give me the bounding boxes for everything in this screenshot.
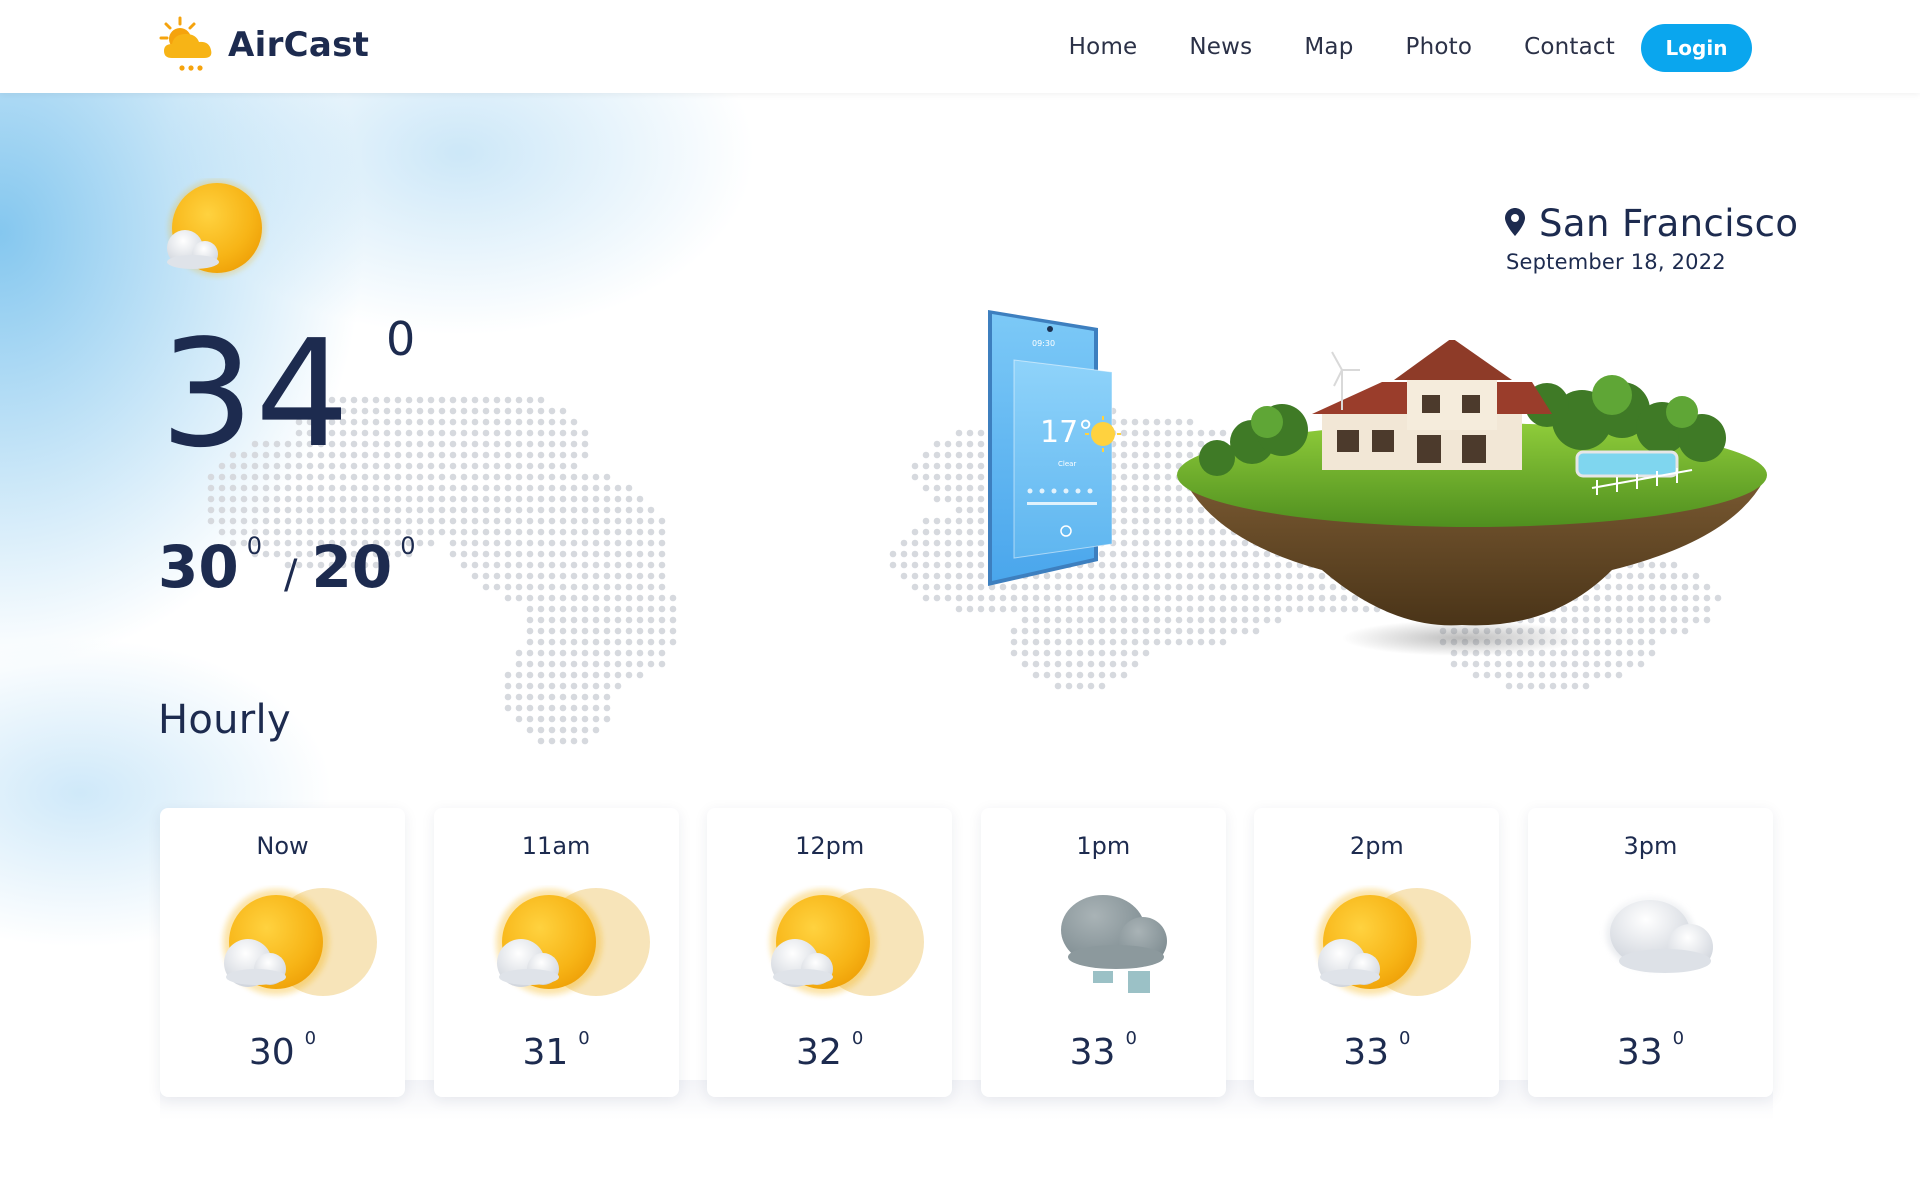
partly-cloudy-icon xyxy=(167,180,265,276)
rain-cloud-icon xyxy=(1008,885,1198,1005)
hourly-temperature: 30 0 xyxy=(160,1028,405,1073)
hourly-temperature: 33 0 xyxy=(1528,1028,1773,1073)
map-pin-icon xyxy=(1505,207,1525,236)
hourly-temp-value: 33 xyxy=(1616,1032,1663,1073)
phone-illustration: 09:30 17° Clear xyxy=(988,310,1121,586)
city-name: San Francisco xyxy=(1539,202,1799,245)
hourly-temp-unit: 0 xyxy=(1672,1028,1685,1049)
top-navbar: AirCast Home News Map Photo Contact Logi… xyxy=(0,0,1920,93)
low-temperature-unit: 0 xyxy=(400,532,416,560)
current-temperature: 34 xyxy=(160,308,351,480)
nav-photo[interactable]: Photo xyxy=(1406,26,1473,68)
partly-cloudy-icon xyxy=(461,885,651,1005)
nav-contact[interactable]: Contact xyxy=(1524,26,1615,68)
low-temperature: 20 xyxy=(311,533,393,601)
svg-text:09:30: 09:30 xyxy=(1032,339,1055,348)
hourly-temp-value: 30 xyxy=(248,1032,295,1073)
hourly-temperature: 31 0 xyxy=(434,1028,679,1073)
partly-cloudy-icon xyxy=(735,885,925,1005)
hourly-temperature: 33 0 xyxy=(1254,1028,1499,1073)
nav-news[interactable]: News xyxy=(1189,26,1252,68)
cloudy-icon xyxy=(1555,885,1745,1005)
hourly-temp-unit: 0 xyxy=(851,1028,864,1049)
location-display[interactable]: San Francisco xyxy=(1505,202,1798,245)
hourly-forecast-list: Now 30 0 11am 31 0 12pm 32 0 1pm 33 0 2pm 33… xyxy=(160,808,1773,1097)
phone-temperature: 17° xyxy=(1040,415,1093,450)
hourly-temp-value: 31 xyxy=(522,1032,569,1073)
nav-map[interactable]: Map xyxy=(1304,26,1353,68)
hourly-temp-value: 33 xyxy=(1343,1032,1390,1073)
hourly-time: 3pm xyxy=(1623,832,1678,860)
hourly-temp-value: 32 xyxy=(796,1032,842,1073)
current-date: September 18, 2022 xyxy=(1506,250,1726,274)
login-button[interactable]: Login xyxy=(1641,24,1752,72)
hourly-temperature: 32 0 xyxy=(707,1028,952,1073)
partly-cloudy-icon xyxy=(1282,885,1472,1005)
hourly-time: 1pm xyxy=(1076,832,1131,860)
phone-condition: Clear xyxy=(1058,460,1076,468)
hourly-time: 2pm xyxy=(1349,832,1404,860)
hourly-temp-unit: 0 xyxy=(578,1028,590,1049)
hourly-card-2pm[interactable]: 2pm 33 0 xyxy=(1254,808,1500,1097)
hourly-temp-value: 33 xyxy=(1069,1032,1116,1073)
hourly-time: 12pm xyxy=(795,832,865,860)
floating-island-house-illustration xyxy=(1177,340,1767,656)
hourly-time: Now xyxy=(256,832,309,860)
hourly-heading: Hourly xyxy=(158,697,291,743)
nav-home[interactable]: Home xyxy=(1069,26,1138,68)
high-temperature-unit: 0 xyxy=(246,532,262,560)
hourly-temp-unit: 0 xyxy=(1125,1028,1137,1049)
temperature-range: 30 0 / 20 0 xyxy=(158,532,415,601)
range-separator: / xyxy=(284,552,298,598)
hourly-card-3pm[interactable]: 3pm 33 0 xyxy=(1527,808,1773,1097)
hourly-card-11am[interactable]: 11am 31 0 xyxy=(433,808,679,1097)
hourly-card-now[interactable]: Now 30 0 xyxy=(160,808,405,1097)
hourly-temp-unit: 0 xyxy=(304,1028,317,1049)
sun-cloud-rain-logo-icon xyxy=(159,16,212,71)
hourly-time: 11am xyxy=(521,832,591,860)
hourly-card-1pm[interactable]: 1pm 33 0 xyxy=(980,808,1226,1097)
partly-cloudy-icon xyxy=(188,885,378,1005)
brand-logo[interactable]: AirCast xyxy=(158,14,369,76)
hourly-card-12pm[interactable]: 12pm 32 0 xyxy=(707,808,953,1097)
hourly-temp-unit: 0 xyxy=(1399,1028,1411,1049)
brand-name: AirCast xyxy=(228,25,370,65)
high-temperature: 30 xyxy=(158,533,239,601)
current-temperature-unit: 0 xyxy=(386,312,416,366)
hourly-temperature: 33 0 xyxy=(981,1028,1226,1073)
main-nav: Home News Map Photo Contact Login xyxy=(1069,22,1752,72)
